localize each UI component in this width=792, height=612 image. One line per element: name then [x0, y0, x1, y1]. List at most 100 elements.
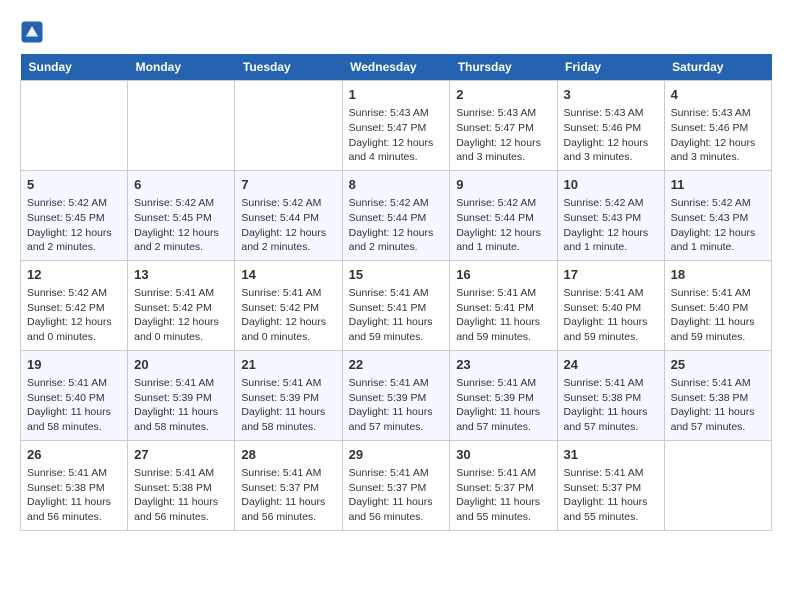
weekday-header: Monday: [128, 54, 235, 81]
day-info: Sunrise: 5:41 AM Sunset: 5:42 PM Dayligh…: [134, 286, 228, 345]
day-info: Sunrise: 5:42 AM Sunset: 5:44 PM Dayligh…: [456, 196, 550, 255]
calendar-cell: 27Sunrise: 5:41 AM Sunset: 5:38 PM Dayli…: [128, 440, 235, 530]
day-info: Sunrise: 5:42 AM Sunset: 5:44 PM Dayligh…: [349, 196, 444, 255]
calendar-cell: 2 Sunrise: 5:43 AM Sunset: 5:47 PM Daylig…: [450, 81, 557, 171]
calendar-week-row: 12 Sunrise: 5:42 AM Sunset: 5:42 PM Dayli…: [21, 260, 772, 350]
calendar-cell: 6 Sunrise: 5:42 AM Sunset: 5:45 PM Daylig…: [128, 170, 235, 260]
day-number: 7: [241, 176, 335, 194]
calendar-cell: [21, 81, 128, 171]
calendar-cell: [128, 81, 235, 171]
day-info: Sunrise: 5:41 AM Sunset: 5:41 PM Dayligh…: [456, 286, 550, 345]
day-info: Sunrise: 5:41 AM Sunset: 5:38 PM Dayligh…: [134, 466, 228, 525]
calendar-cell: 25 Sunrise: 5:41 AM Sunset: 5:38 PM Dayli…: [664, 350, 771, 440]
day-number: 22: [349, 356, 444, 374]
day-number: 13: [134, 266, 228, 284]
day-info: Sunrise: 5:42 AM Sunset: 5:45 PM Dayligh…: [134, 196, 228, 255]
day-number: 19: [27, 356, 121, 374]
calendar-cell: 21Sunrise: 5:41 AM Sunset: 5:39 PM Dayli…: [235, 350, 342, 440]
day-info: Sunrise: 5:42 AM Sunset: 5:42 PM Dayligh…: [27, 286, 121, 345]
calendar-cell: [235, 81, 342, 171]
day-info: Sunrise: 5:41 AM Sunset: 5:40 PM Dayligh…: [564, 286, 658, 345]
day-number: 26: [27, 446, 121, 464]
day-info: Sunrise: 5:41 AM Sunset: 5:37 PM Dayligh…: [349, 466, 444, 525]
day-number: 11: [671, 176, 765, 194]
day-number: 12: [27, 266, 121, 284]
day-number: 2: [456, 86, 550, 104]
calendar-cell: 19 Sunrise: 5:41 AM Sunset: 5:40 PM Dayli…: [21, 350, 128, 440]
day-info: Sunrise: 5:41 AM Sunset: 5:37 PM Dayligh…: [564, 466, 658, 525]
day-number: 8: [349, 176, 444, 194]
page-header: [20, 20, 772, 44]
day-info: Sunrise: 5:43 AM Sunset: 5:46 PM Dayligh…: [564, 106, 658, 165]
calendar-table: SundayMondayTuesdayWednesdayThursdayFrid…: [20, 54, 772, 531]
calendar-week-row: 19 Sunrise: 5:41 AM Sunset: 5:40 PM Dayli…: [21, 350, 772, 440]
day-info: Sunrise: 5:43 AM Sunset: 5:47 PM Dayligh…: [349, 106, 444, 165]
calendar-cell: [664, 440, 771, 530]
calendar-cell: 29 Sunrise: 5:41 AM Sunset: 5:37 PM Dayli…: [342, 440, 450, 530]
day-number: 4: [671, 86, 765, 104]
weekday-header: Saturday: [664, 54, 771, 81]
day-info: Sunrise: 5:42 AM Sunset: 5:43 PM Dayligh…: [564, 196, 658, 255]
weekday-header: Wednesday: [342, 54, 450, 81]
day-info: Sunrise: 5:41 AM Sunset: 5:40 PM Dayligh…: [27, 376, 121, 435]
calendar-cell: 9 Sunrise: 5:42 AM Sunset: 5:44 PM Daylig…: [450, 170, 557, 260]
day-number: 10: [564, 176, 658, 194]
calendar-cell: 24Sunrise: 5:41 AM Sunset: 5:38 PM Dayli…: [557, 350, 664, 440]
day-info: Sunrise: 5:43 AM Sunset: 5:46 PM Dayligh…: [671, 106, 765, 165]
day-number: 1: [349, 86, 444, 104]
calendar-cell: 15Sunrise: 5:41 AM Sunset: 5:41 PM Dayli…: [342, 260, 450, 350]
day-number: 30: [456, 446, 550, 464]
calendar-cell: 14Sunrise: 5:41 AM Sunset: 5:42 PM Dayli…: [235, 260, 342, 350]
weekday-header: Sunday: [21, 54, 128, 81]
day-info: Sunrise: 5:41 AM Sunset: 5:37 PM Dayligh…: [456, 466, 550, 525]
day-number: 15: [349, 266, 444, 284]
day-info: Sunrise: 5:42 AM Sunset: 5:44 PM Dayligh…: [241, 196, 335, 255]
day-info: Sunrise: 5:41 AM Sunset: 5:38 PM Dayligh…: [27, 466, 121, 525]
day-number: 14: [241, 266, 335, 284]
day-number: 29: [349, 446, 444, 464]
calendar-cell: 31 Sunrise: 5:41 AM Sunset: 5:37 PM Dayli…: [557, 440, 664, 530]
calendar-cell: 28 Sunrise: 5:41 AM Sunset: 5:37 PM Dayli…: [235, 440, 342, 530]
day-info: Sunrise: 5:43 AM Sunset: 5:47 PM Dayligh…: [456, 106, 550, 165]
day-info: Sunrise: 5:41 AM Sunset: 5:38 PM Dayligh…: [671, 376, 765, 435]
calendar-cell: 5Sunrise: 5:42 AM Sunset: 5:45 PM Daylig…: [21, 170, 128, 260]
day-info: Sunrise: 5:41 AM Sunset: 5:39 PM Dayligh…: [349, 376, 444, 435]
calendar-cell: 1 Sunrise: 5:43 AM Sunset: 5:47 PM Daylig…: [342, 81, 450, 171]
calendar-cell: 16Sunrise: 5:41 AM Sunset: 5:41 PM Dayli…: [450, 260, 557, 350]
day-number: 17: [564, 266, 658, 284]
day-number: 25: [671, 356, 765, 374]
calendar-cell: 10 Sunrise: 5:42 AM Sunset: 5:43 PM Dayli…: [557, 170, 664, 260]
calendar-cell: 7 Sunrise: 5:42 AM Sunset: 5:44 PM Daylig…: [235, 170, 342, 260]
day-number: 31: [564, 446, 658, 464]
day-number: 9: [456, 176, 550, 194]
day-number: 6: [134, 176, 228, 194]
calendar-week-row: 5 Sunrise: 5:42 AM Sunset: 5:45 PM Daylig…: [21, 170, 772, 260]
logo-icon: [20, 20, 44, 44]
calendar-cell: 12 Sunrise: 5:42 AM Sunset: 5:42 PM Dayli…: [21, 260, 128, 350]
calendar-cell: 11Sunrise: 5:42 AM Sunset: 5:43 PM Dayli…: [664, 170, 771, 260]
calendar-header-row: SundayMondayTuesdayWednesdayThursdayFrid…: [21, 54, 772, 81]
day-number: 3: [564, 86, 658, 104]
calendar-cell: 26 Sunrise: 5:41 AM Sunset: 5:38 PM Dayli…: [21, 440, 128, 530]
calendar-week-row: 26 Sunrise: 5:41 AM Sunset: 5:38 PM Dayli…: [21, 440, 772, 530]
calendar-cell: 30 Sunrise: 5:41 AM Sunset: 5:37 PM Dayli…: [450, 440, 557, 530]
day-number: 24: [564, 356, 658, 374]
logo: [20, 20, 48, 44]
calendar-cell: 23Sunrise: 5:41 AM Sunset: 5:39 PM Dayli…: [450, 350, 557, 440]
calendar-cell: 3 Sunrise: 5:43 AM Sunset: 5:46 PM Daylig…: [557, 81, 664, 171]
calendar-cell: 17 Sunrise: 5:41 AM Sunset: 5:40 PM Dayli…: [557, 260, 664, 350]
calendar-cell: 13 Sunrise: 5:41 AM Sunset: 5:42 PM Dayli…: [128, 260, 235, 350]
day-number: 23: [456, 356, 550, 374]
day-info: Sunrise: 5:41 AM Sunset: 5:37 PM Dayligh…: [241, 466, 335, 525]
day-number: 21: [241, 356, 335, 374]
day-info: Sunrise: 5:41 AM Sunset: 5:40 PM Dayligh…: [671, 286, 765, 345]
day-number: 28: [241, 446, 335, 464]
day-number: 5: [27, 176, 121, 194]
calendar-cell: 8 Sunrise: 5:42 AM Sunset: 5:44 PM Daylig…: [342, 170, 450, 260]
calendar-week-row: 1 Sunrise: 5:43 AM Sunset: 5:47 PM Daylig…: [21, 81, 772, 171]
calendar-cell: 22 Sunrise: 5:41 AM Sunset: 5:39 PM Dayli…: [342, 350, 450, 440]
calendar-cell: 4 Sunrise: 5:43 AM Sunset: 5:46 PM Daylig…: [664, 81, 771, 171]
day-number: 18: [671, 266, 765, 284]
calendar-cell: 20Sunrise: 5:41 AM Sunset: 5:39 PM Dayli…: [128, 350, 235, 440]
weekday-header: Thursday: [450, 54, 557, 81]
